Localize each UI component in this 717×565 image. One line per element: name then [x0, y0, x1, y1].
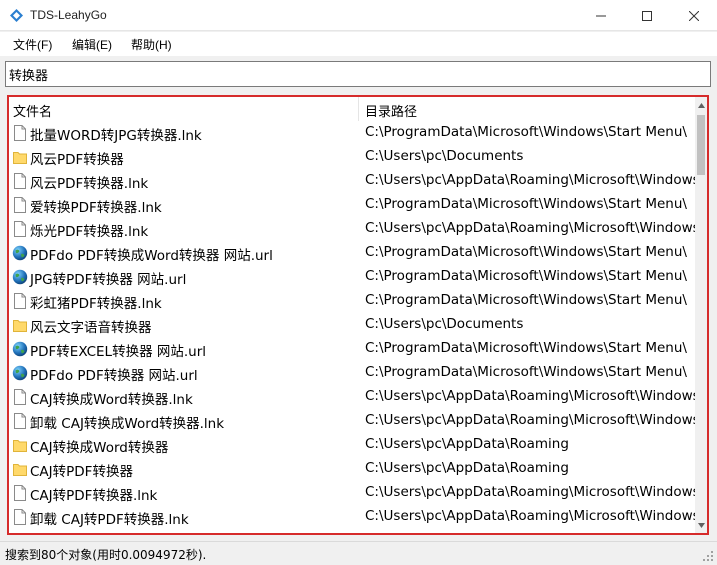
row-filename: JPG转PDF转换器 网站.url: [30, 272, 187, 288]
row-filename: 卸载 CAJ转PDF转换器.lnk: [30, 512, 189, 528]
file-icon: [13, 221, 27, 237]
row-filename: 卸载 CAJ转换成Word转换器.lnk: [30, 416, 225, 432]
table-row[interactable]: CAJ转PDF转换器.lnk C:\Users\pc\AppData\Roamin…: [9, 481, 695, 505]
scroll-up-button[interactable]: [695, 97, 707, 113]
row-filename: 批量WORD转JPG转换器.lnk: [30, 128, 202, 144]
column-header-filename[interactable]: 文件名: [13, 101, 52, 120]
row-directory-path: C:\Users\pc\AppData\Roaming: [365, 460, 569, 476]
column-header-path[interactable]: 目录路径: [365, 101, 417, 120]
row-directory-path: C:\Users\pc\AppData\Roaming: [365, 436, 569, 452]
globe-icon: [12, 245, 28, 261]
row-filename: CAJ转PDF转换器: [30, 464, 133, 480]
row-filename: 彩虹猪PDF转换器.lnk: [30, 296, 162, 312]
row-filename: 风云PDF转换器.lnk: [30, 176, 149, 192]
table-row[interactable]: JPG转PDF转换器 网站.url C:\ProgramData\Microsof…: [9, 265, 695, 289]
row-filename: 烁光PDF转换器.lnk: [30, 224, 149, 240]
row-directory-path: C:\ProgramData\Microsoft\Windows\Start M…: [365, 292, 687, 308]
resize-grip-icon[interactable]: [702, 550, 714, 562]
maximize-button[interactable]: [624, 0, 670, 31]
scroll-down-button[interactable]: [695, 517, 707, 533]
row-filename: 风云文字语音转换器: [30, 320, 152, 336]
table-row[interactable]: 卸载 CAJ转PDF转换器.lnk C:\Users\pc\AppData\Roa…: [9, 505, 695, 529]
row-directory-path: C:\Users\pc\AppData\Roaming\Microsoft\Wi…: [365, 220, 695, 236]
globe-icon: [12, 269, 28, 285]
close-icon: [689, 10, 699, 21]
table-row[interactable]: PDFdo PDF转换成Word转换器 网站.url C:\ProgramData…: [9, 241, 695, 265]
file-icon: [13, 293, 27, 309]
table-row[interactable]: CAJ转换成Word转换器 C:\Users\pc\AppData\Roaming: [9, 433, 695, 457]
row-directory-path: C:\Users\pc\AppData\Roaming\Microsoft\Wi…: [365, 388, 695, 404]
folder-icon: [13, 437, 27, 453]
column-header: 文件名 目录路径: [9, 97, 695, 121]
row-filename: PDF转EXCEL转换器 网站.url: [30, 344, 207, 360]
chevron-up-icon: [697, 102, 705, 108]
table-row[interactable]: 爱转换PDF转换器.lnk C:\ProgramData\Microsoft\Wi…: [9, 193, 695, 217]
search-box: [5, 61, 711, 87]
file-icon: [13, 173, 27, 189]
status-bar: 搜索到80个对象(用时0.0094972秒).: [0, 541, 717, 565]
menu-help[interactable]: 帮助(H): [131, 36, 172, 53]
row-directory-path: C:\ProgramData\Microsoft\Windows\Start M…: [365, 244, 687, 260]
result-rows: 批量WORD转JPG转换器.lnk C:\ProgramData\Microsof…: [9, 121, 695, 533]
close-button[interactable]: [671, 0, 717, 31]
globe-icon: [12, 365, 28, 381]
table-row[interactable]: 风云文字语音转换器 C:\Users\pc\Documents: [9, 313, 695, 337]
row-directory-path: C:\ProgramData\Microsoft\Windows\Start M…: [365, 196, 687, 212]
status-text: 搜索到80个对象(用时0.0094972秒).: [5, 548, 207, 562]
column-divider[interactable]: [358, 97, 359, 121]
menu-bar: 文件(F) 编辑(E) 帮助(H): [0, 32, 717, 56]
file-icon: [13, 389, 27, 405]
row-directory-path: C:\Users\pc\AppData\Roaming\Microsoft\Wi…: [365, 172, 695, 188]
row-filename: CAJ转换成Word转换器: [30, 440, 169, 456]
minimize-icon: [596, 15, 606, 16]
app-logo-icon: [10, 9, 23, 22]
row-filename: 风云PDF转换器: [30, 152, 124, 168]
row-directory-path: C:\ProgramData\Microsoft\Windows\Start M…: [365, 124, 687, 140]
table-row[interactable]: 烁光PDF转换器.lnk C:\Users\pc\AppData\Roaming\…: [9, 217, 695, 241]
table-row[interactable]: CAJ转PDF转换器 C:\Users\pc\AppData\Roaming: [9, 457, 695, 481]
table-row[interactable]: 卸载 CAJ转换成Word转换器.lnk C:\Users\pc\AppData\…: [9, 409, 695, 433]
file-icon: [13, 509, 27, 525]
file-icon: [13, 125, 27, 141]
table-row[interactable]: PDFdo PDF转换器 网站.url C:\ProgramData\Micros…: [9, 361, 695, 385]
row-filename: 爱转换PDF转换器.lnk: [30, 200, 162, 216]
row-directory-path: C:\ProgramData\Microsoft\Windows\Start M…: [365, 340, 687, 356]
folder-icon: [13, 461, 27, 477]
minimize-button[interactable]: [578, 0, 624, 31]
menu-edit[interactable]: 编辑(E): [72, 36, 112, 53]
results-list: 文件名 目录路径 批量WORD转JPG转换器.lnk C:\ProgramData…: [7, 95, 709, 535]
row-directory-path: C:\Users\pc\AppData\Roaming\Microsoft\Wi…: [365, 484, 695, 500]
file-icon: [13, 485, 27, 501]
row-filename: CAJ转换成Word转换器.lnk: [30, 392, 193, 408]
vertical-scrollbar[interactable]: [695, 97, 707, 533]
row-directory-path: C:\Users\pc\Documents: [365, 148, 524, 164]
row-filename: PDFdo PDF转换成Word转换器 网站.url: [30, 248, 273, 264]
file-icon: [13, 197, 27, 213]
chevron-down-icon: [697, 522, 705, 528]
folder-icon: [13, 149, 27, 165]
row-filename: CAJ转PDF转换器.lnk: [30, 488, 158, 504]
maximize-icon: [642, 10, 652, 21]
table-row[interactable]: 风云PDF转换器 C:\Users\pc\Documents: [9, 145, 695, 169]
row-directory-path: C:\ProgramData\Microsoft\Windows\Start M…: [365, 268, 687, 284]
row-directory-path: C:\ProgramData\Microsoft\Windows\Start M…: [365, 364, 687, 380]
row-directory-path: C:\Users\pc\AppData\Roaming\Microsoft\Wi…: [365, 508, 695, 524]
folder-icon: [13, 317, 27, 333]
search-input[interactable]: [6, 62, 710, 86]
table-row[interactable]: PDF转EXCEL转换器 网站.url C:\ProgramData\Micros…: [9, 337, 695, 361]
row-filename: PDFdo PDF转换器 网站.url: [30, 368, 198, 384]
row-directory-path: C:\Users\pc\AppData\Roaming\Microsoft\Wi…: [365, 412, 695, 428]
table-row[interactable]: 彩虹猪PDF转换器.lnk C:\ProgramData\Microsoft\Wi…: [9, 289, 695, 313]
row-directory-path: C:\Users\pc\Documents: [365, 316, 524, 332]
file-icon: [13, 413, 27, 429]
table-row[interactable]: CAJ转换成Word转换器.lnk C:\Users\pc\AppData\Roa…: [9, 385, 695, 409]
scroll-thumb[interactable]: [697, 115, 705, 175]
globe-icon: [12, 341, 28, 357]
window-title: TDS-LeahyGo: [30, 8, 107, 22]
title-bar: TDS-LeahyGo: [0, 0, 717, 31]
menu-file[interactable]: 文件(F): [13, 36, 52, 53]
table-row[interactable]: 批量WORD转JPG转换器.lnk C:\ProgramData\Microsof…: [9, 121, 695, 145]
table-row[interactable]: 风云PDF转换器.lnk C:\Users\pc\AppData\Roaming\…: [9, 169, 695, 193]
